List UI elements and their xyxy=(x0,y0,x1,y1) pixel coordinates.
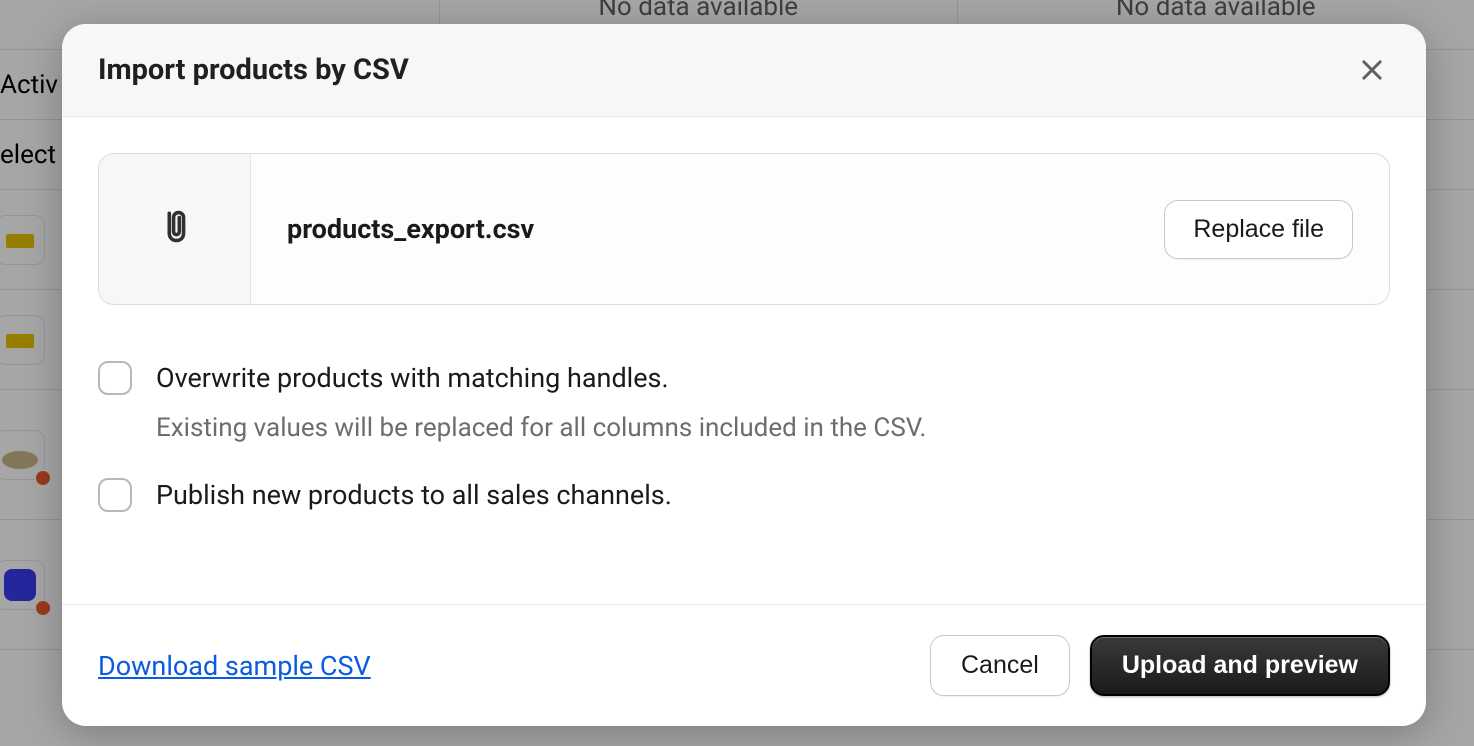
overwrite-checkbox[interactable] xyxy=(98,361,132,395)
overwrite-option: Overwrite products with matching handles… xyxy=(98,361,1390,446)
file-name: products_export.csv xyxy=(287,213,534,245)
import-csv-modal: Import products by CSV products_export.c… xyxy=(62,24,1426,726)
close-button[interactable] xyxy=(1354,52,1390,88)
import-options: Overwrite products with matching handles… xyxy=(98,361,1390,513)
publish-label: Publish new products to all sales channe… xyxy=(156,478,1390,513)
publish-option: Publish new products to all sales channe… xyxy=(98,478,1390,513)
replace-file-button[interactable]: Replace file xyxy=(1164,200,1353,259)
upload-preview-button[interactable]: Upload and preview xyxy=(1090,635,1390,696)
download-sample-link[interactable]: Download sample CSV xyxy=(98,650,371,682)
overwrite-label: Overwrite products with matching handles… xyxy=(156,361,1390,396)
modal-body: products_export.csv Replace file Overwri… xyxy=(62,117,1426,604)
overwrite-description: Existing values will be replaced for all… xyxy=(156,412,1390,446)
modal-title: Import products by CSV xyxy=(98,53,409,87)
option-text: Overwrite products with matching handles… xyxy=(156,361,1390,446)
file-icon-zone xyxy=(99,154,251,304)
paperclip-icon xyxy=(157,209,193,249)
modal-footer: Download sample CSV Cancel Upload and pr… xyxy=(62,604,1426,726)
uploaded-file-card: products_export.csv Replace file xyxy=(98,153,1390,305)
publish-checkbox[interactable] xyxy=(98,478,132,512)
close-icon xyxy=(1358,56,1386,84)
footer-actions: Cancel Upload and preview xyxy=(930,635,1390,696)
cancel-button[interactable]: Cancel xyxy=(930,635,1070,696)
file-info: products_export.csv Replace file xyxy=(251,154,1389,304)
modal-header: Import products by CSV xyxy=(62,24,1426,117)
option-text: Publish new products to all sales channe… xyxy=(156,478,1390,513)
